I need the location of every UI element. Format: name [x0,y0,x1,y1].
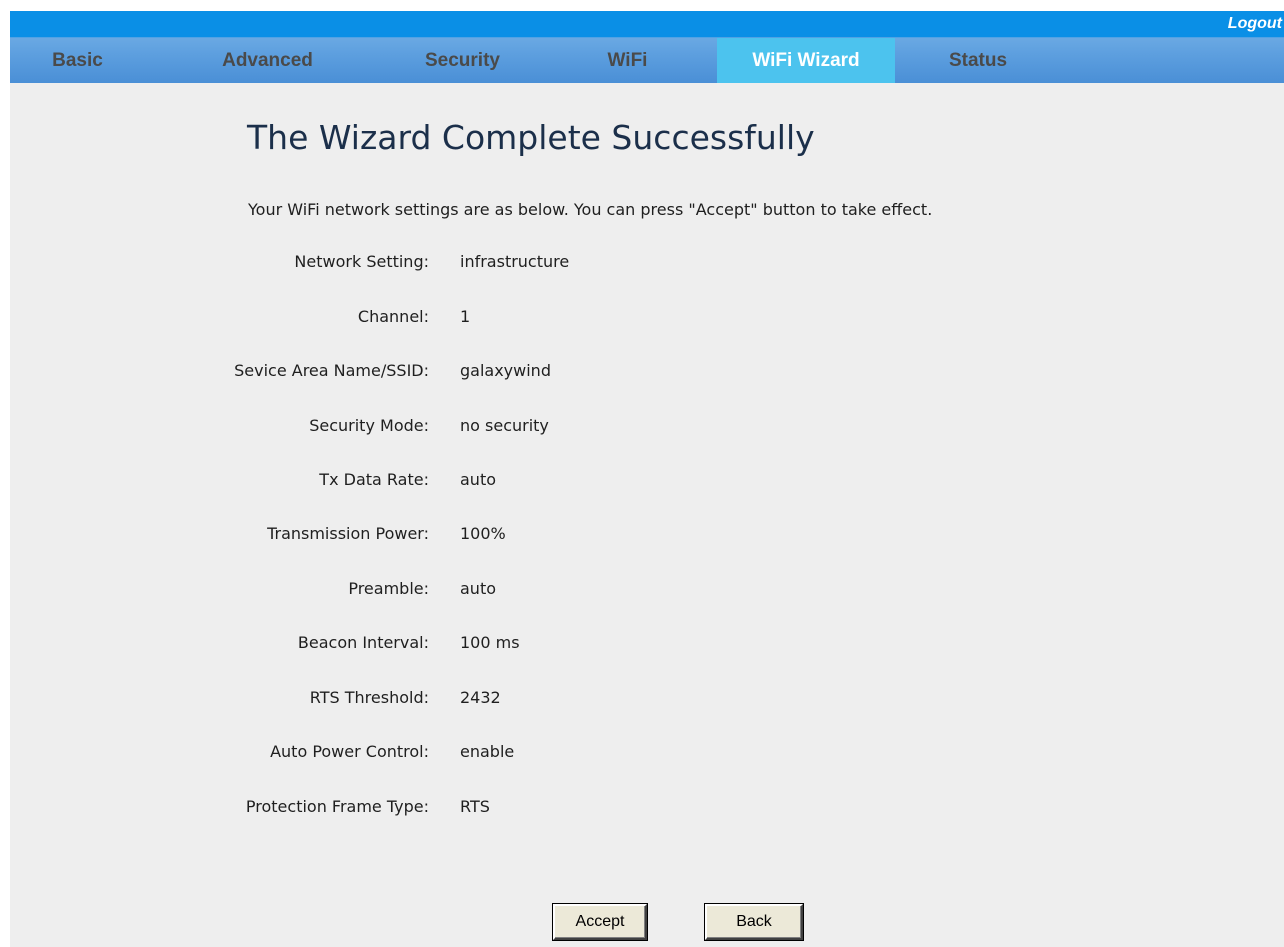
setting-label: Transmission Power: [267,524,429,543]
setting-value: RTS [460,797,490,816]
tab-security[interactable]: Security [390,38,535,83]
setting-value: 100% [460,524,506,543]
setting-row-tx-data-rate: Tx Data Rate: auto [0,470,1284,494]
setting-label: Preamble: [348,579,429,598]
setting-label: Beacon Interval: [297,633,429,652]
setting-value: 2432 [460,688,501,707]
setting-value: enable [460,742,515,761]
tab-status[interactable]: Status [918,38,1038,83]
setting-label: Network Setting: [294,252,429,271]
setting-value: galaxywind [460,361,551,380]
setting-value: no security [460,416,549,435]
setting-label: Protection Frame Type: [245,797,429,816]
setting-label: Channel: [357,307,429,326]
setting-row-network-setting: Network Setting: infrastructure [0,252,1284,276]
setting-value: auto [460,579,497,598]
setting-value: infrastructure [460,252,570,271]
router-admin-page: Logout Basic Advanced Security WiFi WiFi… [0,0,1284,947]
setting-row-protection-frame-type: Protection Frame Type: RTS [0,797,1284,821]
setting-row-rts-threshold: RTS Threshold: 2432 [0,688,1284,712]
setting-label: RTS Threshold: [309,688,429,707]
tab-basic[interactable]: Basic [10,38,145,83]
setting-label: Auto Power Control: [270,742,429,761]
main-nav-tabs: Basic Advanced Security WiFi WiFi Wizard… [10,38,1284,83]
setting-row-ssid: Sevice Area Name/SSID: galaxywind [0,361,1284,385]
setting-row-preamble: Preamble: auto [0,579,1284,603]
setting-label: Sevice Area Name/SSID: [234,361,429,380]
page-title: The Wizard Complete Successfully [247,118,815,157]
setting-row-security-mode: Security Mode: no security [0,416,1284,440]
setting-row-channel: Channel: 1 [0,307,1284,331]
tab-wifi-wizard[interactable]: WiFi Wizard [717,38,895,83]
accept-button[interactable]: Accept [553,904,647,940]
tab-advanced[interactable]: Advanced [195,38,340,83]
setting-value: 100 ms [460,633,520,652]
back-button[interactable]: Back [705,904,803,940]
setting-row-beacon-interval: Beacon Interval: 100 ms [0,633,1284,657]
setting-row-transmission-power: Transmission Power: 100% [0,524,1284,548]
page-description: Your WiFi network settings are as below.… [248,200,933,219]
setting-value: auto [460,470,497,489]
logout-link[interactable]: Logout [1228,11,1284,36]
setting-value: 1 [460,307,471,326]
tab-wifi[interactable]: WiFi [565,38,690,83]
setting-label: Tx Data Rate: [319,470,429,489]
setting-label: Security Mode: [309,416,429,435]
setting-row-auto-power-control: Auto Power Control: enable [0,742,1284,766]
